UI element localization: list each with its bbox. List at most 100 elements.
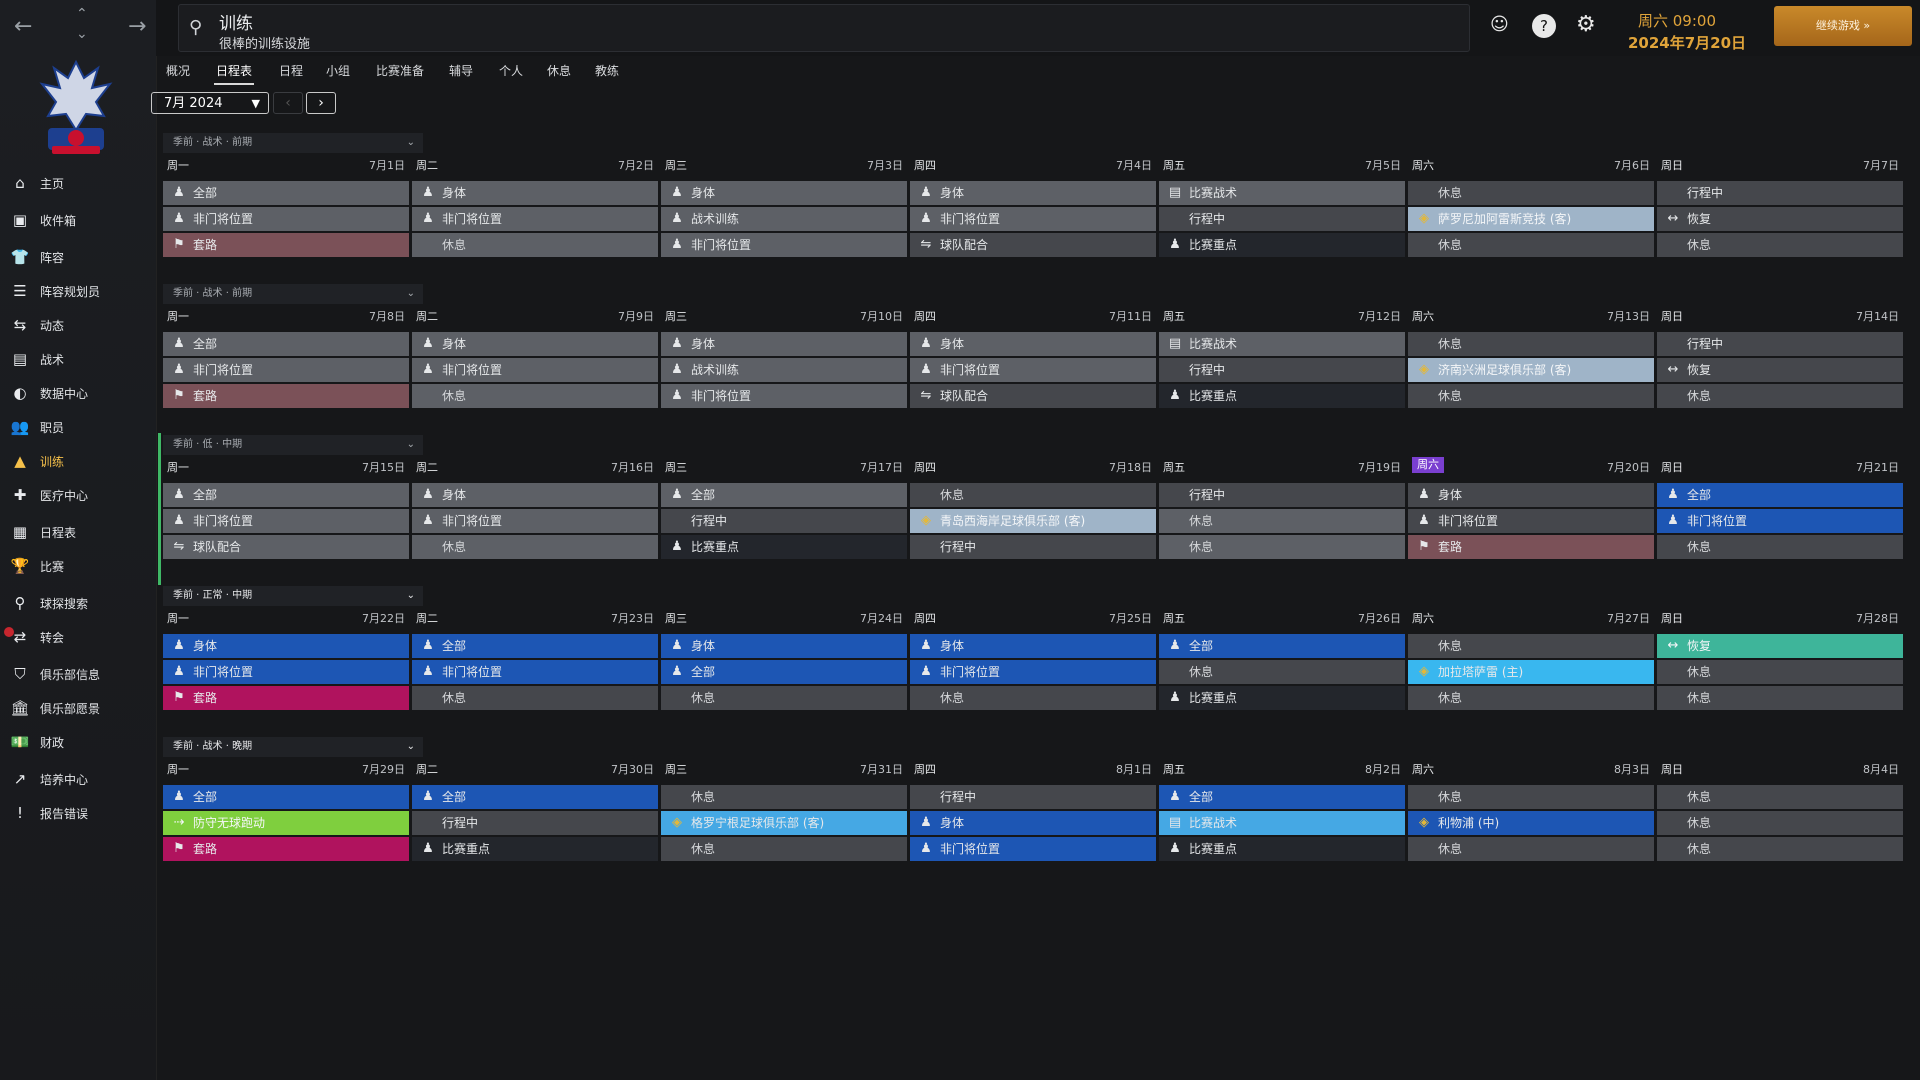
session-cell[interactable]: 休息 <box>1408 181 1654 205</box>
session-cell[interactable]: ♟ 非门将位置 <box>910 660 1156 684</box>
session-cell[interactable]: 休息 <box>412 535 658 559</box>
period-selector[interactable]: 季前 · 战术 · 前期 ⌄ <box>163 133 423 153</box>
month-select[interactable]: 7月 2024 ▼ <box>151 92 269 114</box>
session-cell[interactable]: ♟ 非门将位置 <box>412 207 658 231</box>
session-cell[interactable]: 行程中 <box>910 785 1156 809</box>
sidebar-item[interactable]: ▤ 战术 <box>0 344 150 374</box>
session-cell[interactable]: ⚑ 套路 <box>163 233 409 257</box>
session-cell[interactable]: ♟ 全部 <box>1159 785 1405 809</box>
session-cell[interactable]: ♟ 全部 <box>1159 634 1405 658</box>
session-cell[interactable]: ♟ 身体 <box>163 634 409 658</box>
session-cell[interactable]: ♟ 身体 <box>661 332 907 356</box>
session-cell[interactable]: ♟ 身体 <box>910 181 1156 205</box>
period-selector[interactable]: 季前 · 正常 · 中期 ⌄ <box>163 586 423 606</box>
tab-item[interactable]: 辅导 <box>449 62 473 79</box>
help-icon[interactable]: ? <box>1532 14 1556 38</box>
down-arrow-icon[interactable]: ⌄ <box>76 26 88 42</box>
prev-month-button[interactable]: ‹ <box>273 92 303 114</box>
tab-item[interactable]: 比赛准备 <box>376 62 424 79</box>
session-cell[interactable]: 行程中 <box>1657 332 1903 356</box>
session-cell[interactable]: 行程中 <box>1159 207 1405 231</box>
session-cell[interactable]: ♟ 比赛重点 <box>1159 837 1405 861</box>
session-cell[interactable]: ♟ 全部 <box>163 181 409 205</box>
session-cell[interactable]: 休息 <box>1657 686 1903 710</box>
session-cell[interactable]: ♟ 全部 <box>163 785 409 809</box>
session-cell[interactable]: 休息 <box>910 686 1156 710</box>
session-cell[interactable]: ♟ 身体 <box>1408 483 1654 507</box>
session-cell[interactable]: 休息 <box>1159 660 1405 684</box>
session-cell[interactable]: ⚑ 套路 <box>163 837 409 861</box>
session-cell[interactable]: ◈ 加拉塔萨雷 (主) <box>1408 660 1654 684</box>
session-cell[interactable]: 休息 <box>412 384 658 408</box>
session-cell[interactable]: ♟ 身体 <box>661 181 907 205</box>
session-cell[interactable]: ♟ 非门将位置 <box>412 358 658 382</box>
sidebar-item[interactable]: ⌂ 主页 <box>0 168 150 198</box>
session-cell[interactable]: ♟ 比赛重点 <box>1159 384 1405 408</box>
session-cell[interactable]: ↔ 恢复 <box>1657 634 1903 658</box>
session-cell[interactable]: 休息 <box>661 686 907 710</box>
tab-item[interactable]: 个人 <box>499 62 523 79</box>
sidebar-item[interactable]: 🏆 比赛 <box>0 551 150 581</box>
session-cell[interactable]: 休息 <box>412 233 658 257</box>
sidebar-item[interactable]: ◐ 数据中心 <box>0 378 150 408</box>
session-cell[interactable]: ↔ 恢复 <box>1657 358 1903 382</box>
session-cell[interactable]: 休息 <box>1657 233 1903 257</box>
tab-item[interactable]: 小组 <box>326 62 350 79</box>
sidebar-item[interactable]: ▲ 训练 <box>0 446 150 476</box>
session-cell[interactable]: ♟ 身体 <box>412 332 658 356</box>
session-cell[interactable]: ♟ 非门将位置 <box>163 358 409 382</box>
session-cell[interactable]: ♟ 非门将位置 <box>163 207 409 231</box>
up-arrow-icon[interactable]: ⌃ <box>76 6 88 22</box>
session-cell[interactable]: 休息 <box>661 785 907 809</box>
session-cell[interactable]: 行程中 <box>1657 181 1903 205</box>
session-cell[interactable]: ♟ 战术训练 <box>661 358 907 382</box>
tab-item[interactable]: 教练 <box>595 62 619 79</box>
session-cell[interactable]: 休息 <box>661 837 907 861</box>
gear-icon[interactable]: ⚙ <box>1576 12 1596 37</box>
session-cell[interactable]: ♟ 非门将位置 <box>910 207 1156 231</box>
session-cell[interactable]: ♟ 非门将位置 <box>661 233 907 257</box>
session-cell[interactable]: 行程中 <box>1159 483 1405 507</box>
session-cell[interactable]: ♟ 战术训练 <box>661 207 907 231</box>
sidebar-item[interactable]: ▦ 日程表 <box>0 517 150 547</box>
session-cell[interactable]: 休息 <box>1408 785 1654 809</box>
forward-arrow-icon[interactable]: → <box>128 14 146 39</box>
sidebar-item[interactable]: ⛉ 俱乐部信息 <box>0 659 150 689</box>
session-cell[interactable]: 休息 <box>1408 384 1654 408</box>
session-cell[interactable]: ♟ 身体 <box>412 483 658 507</box>
sidebar-item[interactable]: 👥 职员 <box>0 412 150 442</box>
tab-item[interactable]: 日程表 <box>213 62 255 85</box>
sidebar-item[interactable]: ▣ 收件箱 <box>0 205 150 235</box>
sidebar-item[interactable]: ⇆ 动态 <box>0 310 150 340</box>
session-cell[interactable]: ◈ 萨罗尼加阿雷斯竞技 (客) <box>1408 207 1654 231</box>
search-box[interactable]: ⚲ 训练 很棒的训练设施 <box>178 4 1470 52</box>
session-cell[interactable]: ⚑ 套路 <box>163 686 409 710</box>
session-cell[interactable]: ♟ 比赛重点 <box>661 535 907 559</box>
next-month-button[interactable]: › <box>306 92 336 114</box>
sidebar-item[interactable]: ⇄ 转会 <box>0 622 150 652</box>
session-cell[interactable]: 休息 <box>1657 811 1903 835</box>
period-selector[interactable]: 季前 · 低 · 中期 ⌄ <box>163 435 423 455</box>
session-cell[interactable]: ♟ 比赛重点 <box>412 837 658 861</box>
session-cell[interactable]: ♟ 非门将位置 <box>661 384 907 408</box>
session-cell[interactable]: ♟ 全部 <box>412 785 658 809</box>
sidebar-item[interactable]: 💵 财政 <box>0 727 150 757</box>
session-cell[interactable]: ♟ 比赛重点 <box>1159 686 1405 710</box>
session-cell[interactable]: ♟ 非门将位置 <box>1408 509 1654 533</box>
back-arrow-icon[interactable]: ← <box>14 14 32 39</box>
session-cell[interactable]: ♟ 非门将位置 <box>412 509 658 533</box>
session-cell[interactable]: ⇋ 球队配合 <box>910 233 1156 257</box>
ai-assistant-icon[interactable]: ☺ <box>1490 14 1509 35</box>
session-cell[interactable]: 休息 <box>1408 332 1654 356</box>
session-cell[interactable]: ⇋ 球队配合 <box>910 384 1156 408</box>
session-cell[interactable]: 休息 <box>1657 660 1903 684</box>
session-cell[interactable]: ♟ 全部 <box>163 483 409 507</box>
continue-button[interactable]: 继续游戏 » <box>1774 6 1912 46</box>
period-selector[interactable]: 季前 · 战术 · 前期 ⌄ <box>163 284 423 304</box>
session-cell[interactable]: ♟ 非门将位置 <box>910 837 1156 861</box>
session-cell[interactable]: ♟ 全部 <box>412 634 658 658</box>
tab-item[interactable]: 日程 <box>279 62 303 79</box>
sidebar-item[interactable]: ☰ 阵容规划员 <box>0 276 150 306</box>
session-cell[interactable]: 休息 <box>1159 509 1405 533</box>
session-cell[interactable]: ♟ 全部 <box>1657 483 1903 507</box>
